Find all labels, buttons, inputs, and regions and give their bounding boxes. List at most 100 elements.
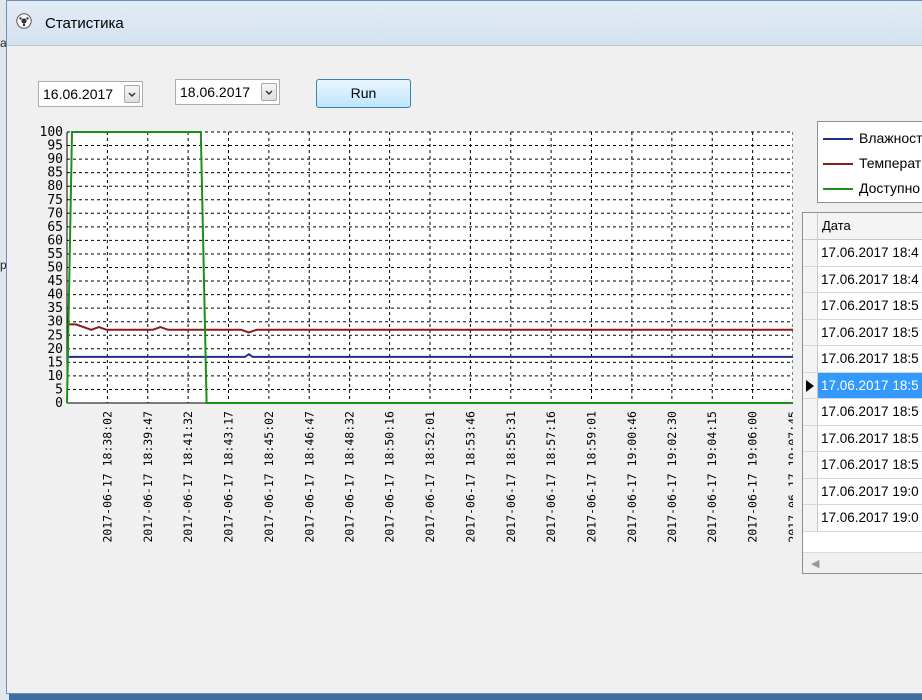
date-from-value: 16.06.2017	[43, 86, 114, 102]
table-row[interactable]: 17.06.2017 18:5	[803, 346, 922, 373]
x-tick-label: 2017-06-17 19:04:15	[705, 411, 719, 543]
y-tick-label: 90	[47, 152, 63, 167]
table-row[interactable]: 17.06.2017 18:5	[803, 425, 922, 452]
statistics-window: Статистика 16.06.2017 18.06.2017 Run 051…	[6, 0, 922, 694]
x-tick-label: 2017-06-17 18:59:01	[585, 411, 599, 543]
row-header[interactable]	[803, 452, 818, 478]
y-tick-label: 45	[47, 274, 63, 289]
y-tick-label: 60	[47, 233, 63, 248]
date-cell[interactable]: 17.06.2017 19:0	[821, 510, 919, 525]
window-title: Статистика	[45, 15, 124, 32]
row-header[interactable]	[803, 240, 818, 266]
legend-swatch	[823, 138, 853, 140]
table-row[interactable]: 17.06.2017 18:5	[803, 452, 922, 479]
chevron-down-icon	[265, 90, 273, 96]
table-row[interactable]: 17.06.2017 18:5	[803, 293, 922, 320]
x-tick-label: 2017-06-17 19:06:00	[746, 411, 760, 543]
chart-legend: Влажност Температ Доступно	[817, 121, 922, 203]
y-tick-label: 10	[47, 369, 63, 384]
table-row[interactable]: 17.06.2017 18:5	[803, 372, 922, 399]
x-tick-label: 2017-06-17 19:07:45	[786, 411, 793, 543]
date-to-dropdown-button[interactable]	[261, 83, 277, 101]
y-tick-label: 80	[47, 179, 63, 194]
column-header-date[interactable]: Дата	[822, 218, 851, 233]
y-tick-label: 15	[47, 355, 63, 370]
statistics-chart: 0 5 10 15 20 25 30 35 40 45 50 55 60 65 70 75 80 85 90 95 10…	[33, 121, 800, 596]
y-tick-label: 25	[47, 328, 63, 343]
date-cell[interactable]: 17.06.2017 18:5	[821, 457, 919, 472]
row-header[interactable]	[803, 293, 818, 319]
date-from-picker[interactable]: 16.06.2017	[38, 81, 143, 107]
y-tick-label: 50	[47, 261, 63, 276]
date-cell[interactable]: 17.06.2017 18:5	[821, 378, 919, 393]
y-tick-label: 5	[55, 382, 63, 397]
table-row[interactable]: 17.06.2017 18:4	[803, 240, 922, 267]
date-to-value: 18.06.2017	[180, 84, 251, 100]
x-tick-label: 2017-06-17 18:41:32	[181, 411, 195, 543]
legend-label: Доступно	[859, 180, 921, 196]
horizontal-scrollbar[interactable]: ◀	[803, 552, 922, 573]
app-icon	[16, 13, 32, 29]
x-tick-label: 2017-06-17 18:39:47	[141, 411, 155, 543]
row-header[interactable]	[803, 505, 818, 531]
legend-label: Влажност	[859, 130, 922, 146]
data-grid[interactable]: Дата 17.06.2017 18:4 17.06.2017 18:4 17.06…	[802, 212, 922, 574]
date-cell[interactable]: 17.06.2017 18:5	[821, 351, 919, 366]
x-tick-label: 2017-06-17 19:02:30	[665, 411, 679, 543]
x-tick-label: 2017-06-17 18:50:16	[383, 411, 397, 543]
x-tick-label: 2017-06-17 18:57:16	[544, 411, 558, 543]
legend-label: Температ	[859, 155, 922, 171]
date-to-picker[interactable]: 18.06.2017	[175, 79, 280, 105]
title-bar[interactable]: Статистика	[7, 1, 922, 46]
date-from-dropdown-button[interactable]	[124, 85, 140, 103]
x-tick-label: 2017-06-17 19:00:46	[625, 411, 639, 543]
row-header[interactable]	[803, 346, 818, 372]
date-cell[interactable]: 17.06.2017 18:4	[821, 272, 919, 287]
table-row[interactable]: 17.06.2017 19:0	[803, 478, 922, 505]
row-header[interactable]	[803, 266, 818, 292]
date-cell[interactable]: 17.06.2017 18:4	[821, 245, 919, 260]
chart-canvas: 0510152025303540455055606570758085909510…	[40, 125, 800, 543]
x-tick-label: 2017-06-17 18:55:31	[504, 411, 518, 543]
date-cell[interactable]: 17.06.2017 18:5	[821, 298, 919, 313]
y-tick-label: 0	[55, 396, 63, 411]
x-tick-label: 2017-06-17 18:38:02	[100, 411, 114, 543]
date-cell[interactable]: 17.06.2017 18:5	[821, 431, 919, 446]
y-tick-label: 55	[47, 247, 63, 262]
legend-swatch	[823, 188, 853, 190]
table-row[interactable]: 17.06.2017 18:5	[803, 319, 922, 346]
date-cell[interactable]: 17.06.2017 18:5	[821, 404, 919, 419]
y-tick-label: 75	[47, 193, 63, 208]
y-tick-label: 100	[40, 125, 63, 140]
grid-rows: 17.06.2017 18:4 17.06.2017 18:4 17.06.2017…	[803, 240, 922, 532]
date-cell[interactable]: 17.06.2017 19:0	[821, 484, 919, 499]
table-row[interactable]: 17.06.2017 18:5	[803, 399, 922, 426]
row-header[interactable]	[803, 425, 818, 451]
y-tick-label: 70	[47, 206, 63, 221]
row-header[interactable]	[803, 399, 818, 425]
chevron-down-icon	[128, 92, 136, 98]
run-button[interactable]: Run	[316, 79, 411, 108]
y-tick-label: 40	[47, 288, 63, 303]
x-tick-label: 2017-06-17 18:46:47	[302, 411, 316, 543]
current-row-pointer-icon	[806, 379, 814, 392]
table-row[interactable]: 17.06.2017 18:4	[803, 266, 922, 293]
table-row[interactable]: 17.06.2017 19:0	[803, 505, 922, 532]
x-tick-label: 2017-06-17 18:43:17	[222, 411, 236, 543]
scroll-left-icon[interactable]: ◀	[811, 557, 819, 570]
y-tick-label: 35	[47, 301, 63, 316]
x-tick-label: 2017-06-17 18:52:01	[423, 411, 437, 543]
y-tick-label: 85	[47, 166, 63, 181]
grid-corner	[803, 213, 818, 239]
x-tick-label: 2017-06-17 18:48:32	[343, 411, 357, 543]
y-tick-label: 30	[47, 315, 63, 330]
x-tick-label: 2017-06-17 18:53:46	[463, 411, 477, 543]
date-cell[interactable]: 17.06.2017 18:5	[821, 325, 919, 340]
x-tick-label: 2017-06-17 18:45:02	[262, 411, 276, 543]
y-tick-label: 20	[47, 342, 63, 357]
row-header[interactable]	[803, 478, 818, 504]
y-tick-label: 95	[47, 139, 63, 154]
row-header[interactable]	[803, 319, 818, 345]
grid-header: Дата	[803, 213, 922, 240]
legend-swatch	[823, 163, 853, 165]
